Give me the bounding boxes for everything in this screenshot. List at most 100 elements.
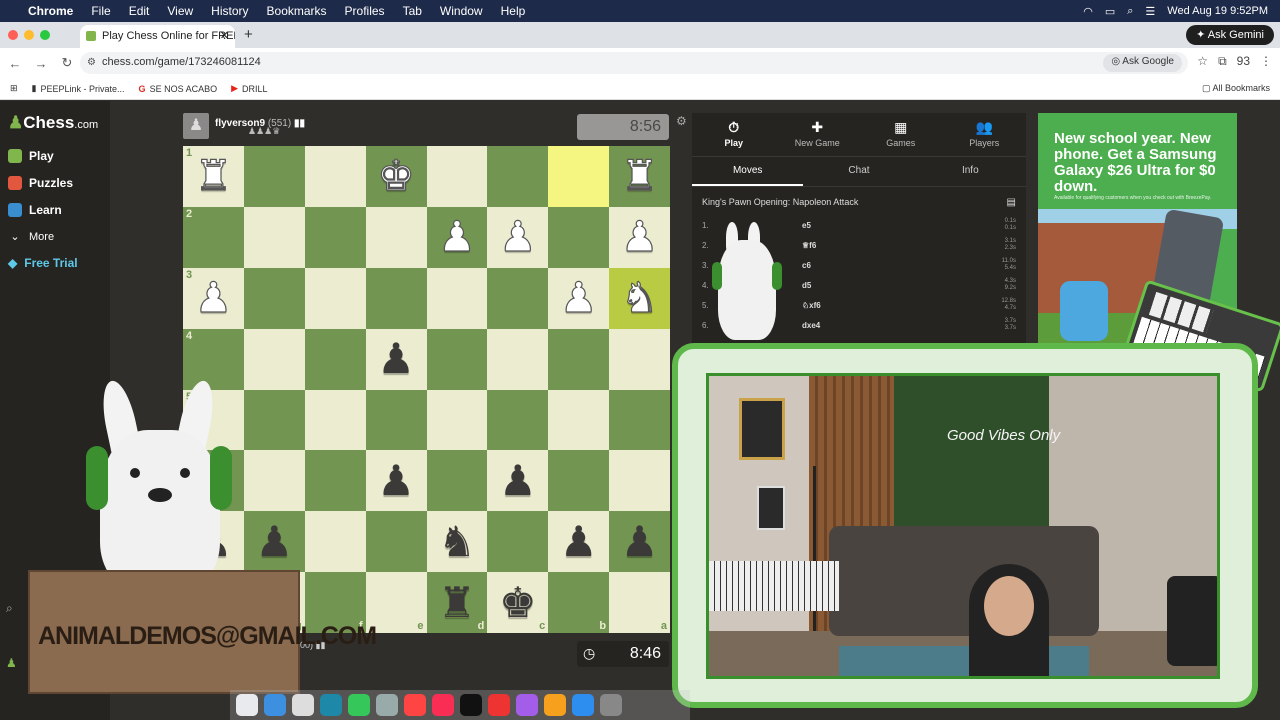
board-square[interactable]: ♟ [365,450,427,512]
board-square[interactable] [426,146,488,207]
subtab-info[interactable]: Info [915,157,1026,186]
white-rook-icon[interactable]: ♜ [620,154,659,197]
board-square[interactable] [487,328,549,390]
board-square[interactable]: c ♚ [487,572,549,633]
board-square[interactable] [243,389,305,451]
search-icon[interactable]: ⌕ [6,601,13,616]
ask-google-button[interactable]: ◎ Ask Google [1103,54,1182,72]
menu-history[interactable]: History [211,4,248,18]
white-knight-icon[interactable]: ♞ [620,276,659,319]
board-square[interactable]: ♚ [365,146,427,207]
menu-tab[interactable]: Tab [403,4,422,18]
apps-grid-icon[interactable]: ⊞ [10,83,18,94]
tab-games[interactable]: ▦ Games [859,113,943,156]
board-square[interactable]: ♞ [426,511,488,573]
board-square[interactable]: ♟ [548,511,610,573]
black-move[interactable]: ♘xf6 [802,301,882,310]
user-icon[interactable]: ♟ [6,656,17,670]
bookmark-peeplink[interactable]: ▮ PEEPLink - Private... [32,83,125,94]
menu-view[interactable]: View [167,4,193,18]
black-move[interactable]: c6 [802,261,882,270]
bookmark-drill[interactable]: ▶ DRILL [231,83,267,94]
black-king-icon[interactable]: ♚ [499,581,537,624]
white-pawn-icon[interactable]: ♟ [559,276,598,319]
board-square[interactable] [304,206,366,268]
board-square[interactable] [426,389,488,451]
board-square[interactable] [304,328,366,390]
site-info-icon[interactable]: ⚙ [87,57,96,68]
bookmark-se-nos-acabo[interactable]: G SE NOS ACABO [139,84,218,94]
black-move[interactable]: e5 [802,221,882,230]
menu-kebab-icon[interactable]: ⋮ [1260,54,1272,69]
wifi-icon[interactable]: ◠ [1083,5,1093,18]
finder-dock-icon[interactable] [264,694,286,716]
chrome-dock-icon[interactable] [236,694,258,716]
board-square[interactable]: ♟ [426,206,488,268]
black-pawn-icon[interactable]: ♟ [499,459,537,502]
board-square[interactable] [365,206,427,268]
board-square[interactable] [609,328,670,390]
board-square[interactable] [487,511,549,573]
white-pawn-icon[interactable]: ♟ [438,215,477,258]
close-window-button[interactable] [8,30,18,40]
subtab-moves[interactable]: Moves [692,157,804,186]
board-square[interactable] [548,389,610,451]
menu-window[interactable]: Window [440,4,483,18]
board-square[interactable] [365,389,427,451]
board-square[interactable]: ♜ [609,146,670,207]
tv-dock-icon[interactable] [460,694,482,716]
reload-icon[interactable]: ↻ [56,55,78,71]
extensions-icon[interactable]: ⧉ [1218,54,1227,69]
black-pawn-icon[interactable]: ♟ [377,459,415,502]
board-square[interactable] [548,206,610,268]
board-square[interactable] [426,450,488,512]
board-square[interactable]: a [609,572,670,633]
books-dock-icon[interactable] [544,694,566,716]
board-square[interactable] [426,267,488,329]
white-pawn-icon[interactable]: ♟ [620,215,659,258]
stocks-dock-icon[interactable] [320,694,342,716]
chesscom-logo[interactable]: ♟Chess.com [8,113,98,133]
black-pawn-icon[interactable]: ♟ [560,520,598,563]
black-pawn-icon[interactable]: ♟ [255,520,293,563]
board-square[interactable] [548,328,610,390]
bookmark-star-icon[interactable]: ☆ [1197,54,1208,69]
board-square[interactable]: ♞ [609,267,670,329]
board-square[interactable] [548,146,610,207]
menubar-clock[interactable]: Wed Aug 19 9:52PM [1167,5,1268,17]
board-square[interactable] [487,267,549,329]
sidebar-item-puzzles[interactable]: Puzzles [8,176,73,190]
minimize-window-button[interactable] [24,30,34,40]
board-square[interactable] [609,450,670,512]
control-center-icon[interactable]: ☰ [1145,5,1155,18]
black-move[interactable]: dxe4 [802,321,882,330]
menu-profiles[interactable]: Profiles [345,4,385,18]
zoom-window-button[interactable] [40,30,50,40]
profile-avatar[interactable]: 93 [1237,54,1250,69]
ask-gemini-button[interactable]: ✦ Ask Gemini [1186,25,1274,45]
news-dock-icon[interactable] [488,694,510,716]
board-square[interactable]: ♟ [609,511,670,573]
board-square[interactable] [304,389,366,451]
board-square[interactable]: b [548,572,610,633]
black-pawn-icon[interactable]: ♟ [377,338,415,380]
search-icon[interactable]: ⌕ [1127,5,1133,18]
settings-dock-icon[interactable] [600,694,622,716]
board-square[interactable]: ♟ [365,328,427,390]
mail-dock-icon[interactable] [292,694,314,716]
menu-help[interactable]: Help [501,4,526,18]
white-king-icon[interactable]: ♚ [377,154,416,197]
menu-file[interactable]: File [91,4,110,18]
board-square[interactable] [304,450,366,512]
book-icon[interactable]: ▤ [1007,197,1016,208]
board-square[interactable] [487,146,549,207]
new-tab-icon[interactable]: + [244,26,253,43]
podcasts-dock-icon[interactable] [516,694,538,716]
board-square[interactable] [243,146,305,207]
sidebar-item-learn[interactable]: Learn [8,203,62,217]
board-square[interactable]: 4 [183,328,244,390]
board-square[interactable]: 3 ♟ [183,267,244,329]
close-tab-icon[interactable]: ✕ [220,29,229,42]
opponent-avatar[interactable]: ♟ [183,113,209,139]
board-square[interactable]: 2 [183,206,244,268]
